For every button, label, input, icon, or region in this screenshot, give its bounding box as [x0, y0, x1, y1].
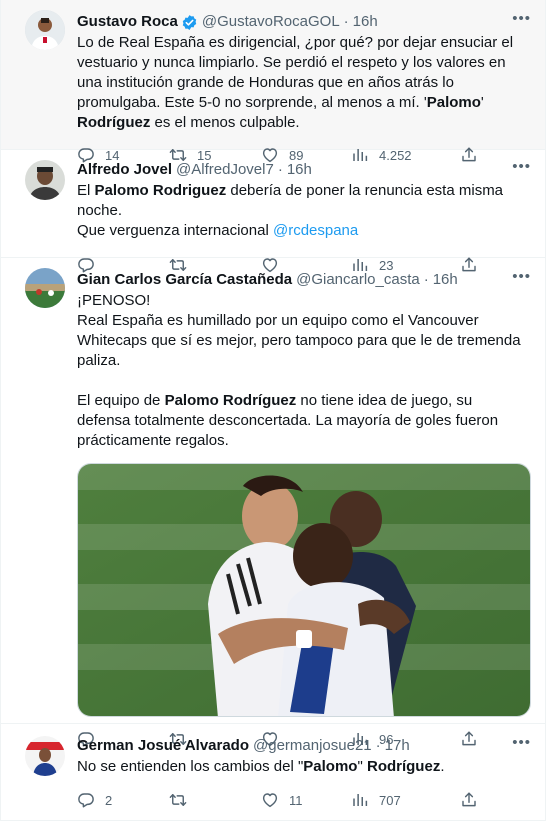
separator-dot: · — [277, 161, 283, 178]
reply-button[interactable]: 2 — [77, 791, 169, 809]
text-segment: . — [440, 758, 445, 775]
timestamp[interactable]: 16h — [353, 12, 378, 32]
avatar[interactable] — [25, 268, 65, 308]
author-handle[interactable]: @germanjosue21 — [253, 736, 372, 756]
bold-name: Rodríguez — [366, 758, 441, 775]
verified-badge-icon — [181, 14, 198, 31]
like-button[interactable]: 11 — [261, 791, 351, 809]
views-button[interactable]: 707 — [351, 791, 460, 809]
tweet-text: Lo de Real España es dirigencial, ¿por q… — [77, 33, 522, 133]
mention-link[interactable]: @rcdespana — [273, 222, 358, 239]
text-paragraph: Real España es humillado por un equipo c… — [77, 312, 521, 369]
tweet-text: ¡PENOSO! Real España es humillado por un… — [77, 291, 522, 451]
tweet-header: German Josué Alvarado @germanjosue21 · 1… — [77, 736, 529, 756]
retweet-icon — [169, 791, 187, 809]
more-icon[interactable]: ••• — [512, 159, 531, 174]
views-icon — [351, 791, 369, 809]
author-name[interactable]: German Josué Alvarado — [77, 736, 249, 756]
text-segment: ' — [480, 94, 484, 111]
tweet[interactable]: Gustavo Roca @GustavoRocaGOL · 16h ••• L… — [1, 0, 545, 150]
tweet[interactable]: Gian Carlos García Castañeda @Giancarlo_… — [1, 258, 545, 724]
bold-name: Palomo — [426, 94, 481, 111]
avatar[interactable] — [25, 736, 65, 776]
bold-name: Rodríguez — [77, 114, 151, 131]
bold-name: Palomo — [303, 758, 358, 775]
views-count: 707 — [379, 792, 401, 808]
timestamp[interactable]: 17h — [385, 736, 410, 756]
share-button[interactable] — [460, 791, 478, 809]
retweet-button[interactable] — [169, 791, 261, 809]
tweet-header: Gustavo Roca @GustavoRocaGOL · 16h — [77, 12, 529, 32]
bold-name: Palomo Rodriguez — [94, 182, 227, 199]
author-name[interactable]: Alfredo Jovel — [77, 160, 172, 180]
avatar[interactable] — [25, 10, 65, 50]
heart-icon — [261, 791, 279, 809]
author-handle[interactable]: @AlfredJovel7 — [176, 160, 274, 180]
text-paragraph: ¡PENOSO! — [77, 292, 151, 309]
tweet[interactable]: Alfredo Jovel @AlfredJovel7 · 16h ••• El… — [1, 150, 545, 258]
author-handle[interactable]: @GustavoRocaGOL — [202, 12, 340, 32]
tweet-actions: 2 11 707 — [77, 790, 529, 810]
like-count: 11 — [289, 792, 303, 808]
share-icon — [460, 791, 478, 809]
text-segment: " — [357, 758, 367, 775]
avatar[interactable] — [25, 160, 65, 200]
separator-dot: · — [375, 737, 381, 754]
more-icon[interactable]: ••• — [512, 11, 531, 26]
tweet[interactable]: German Josué Alvarado @germanjosue21 · 1… — [1, 724, 545, 821]
tweet-header: Alfredo Jovel @AlfredJovel7 · 16h — [77, 160, 529, 180]
timeline: Gustavo Roca @GustavoRocaGOL · 16h ••• L… — [0, 0, 546, 821]
timestamp[interactable]: 16h — [287, 160, 312, 180]
text-segment: No se entienden los cambios del " — [77, 758, 304, 775]
tweet-photo[interactable] — [77, 463, 531, 717]
author-name[interactable]: Gian Carlos García Castañeda — [77, 270, 292, 290]
tweet-text: El Palomo Rodriguez debería de poner la … — [77, 181, 529, 241]
tweet-text: No se entienden los cambios del "Palomo"… — [77, 757, 529, 777]
separator-dot: · — [423, 271, 429, 288]
text-segment: Que verguenza internacional — [77, 222, 273, 239]
text-segment: El — [77, 182, 95, 199]
timestamp[interactable]: 16h — [433, 270, 458, 290]
author-name[interactable]: Gustavo Roca — [77, 12, 178, 32]
bold-name: Palomo Rodríguez — [164, 392, 297, 409]
author-handle[interactable]: @Giancarlo_casta — [296, 270, 420, 290]
tweet-header: Gian Carlos García Castañeda @Giancarlo_… — [77, 270, 529, 290]
reply-icon — [77, 791, 95, 809]
more-icon[interactable]: ••• — [512, 269, 531, 284]
text-segment: es el menos culpable. — [150, 114, 300, 131]
separator-dot: · — [343, 13, 349, 30]
reply-count: 2 — [105, 792, 113, 808]
text-segment: El equipo de — [77, 392, 165, 409]
more-icon[interactable]: ••• — [512, 735, 531, 750]
